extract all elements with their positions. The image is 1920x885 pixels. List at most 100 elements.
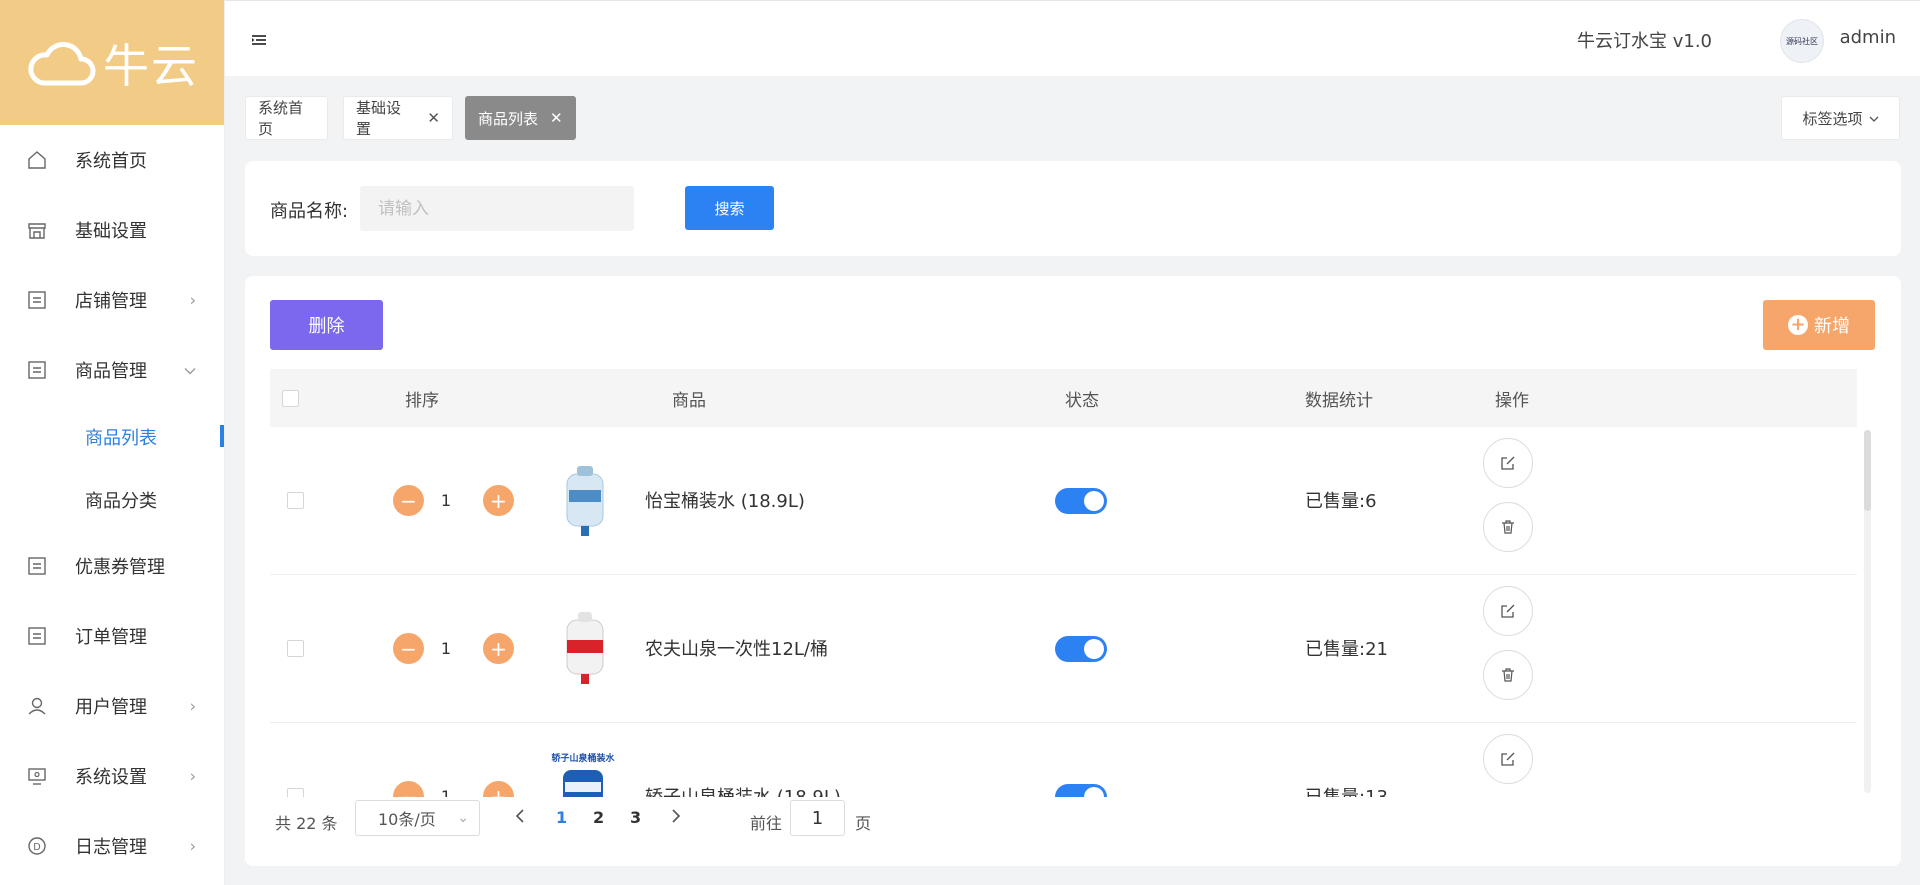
row-checkbox[interactable]	[287, 788, 304, 797]
trash-icon	[1502, 520, 1514, 534]
table-row: − 1 + 怡宝桶装水 (18.9L) 已售量:6	[270, 427, 1857, 575]
sidebar-item-system-settings[interactable]: 系统设置 ›	[0, 741, 224, 811]
sidebar-item-user-management[interactable]: 用户管理 ›	[0, 671, 224, 741]
sidebar-item-log-management[interactable]: D 日志管理 ›	[0, 811, 224, 881]
sold-count: 已售量:6	[1305, 491, 1377, 512]
username[interactable]: admin	[1840, 27, 1896, 48]
sort-value: 1	[440, 491, 452, 510]
sidebar-menu-lower: 优惠券管理 订单管理 用户管理 › 系统设置 › D 日志管理 ›	[0, 531, 224, 881]
column-header-stats: 数据统计	[1305, 390, 1373, 411]
sort-increase-button[interactable]: +	[483, 633, 514, 664]
sold-count: 已售量:21	[1305, 639, 1388, 660]
sidebar-item-label: 优惠券管理	[75, 557, 165, 578]
sidebar-item-label: 系统首页	[75, 151, 147, 172]
sort-increase-button[interactable]: +	[483, 485, 514, 516]
row-checkbox[interactable]	[287, 640, 304, 657]
logo-text: 牛云	[103, 38, 199, 93]
add-button-label: 新增	[1814, 316, 1850, 337]
delete-row-button[interactable]	[1483, 650, 1533, 700]
sidebar-item-shop-management[interactable]: 店铺管理 ›	[0, 265, 224, 335]
tab-options-label: 标签选项	[1802, 109, 1863, 128]
close-icon[interactable]: ✕	[550, 109, 563, 127]
sidebar-item-label: 用户管理	[75, 697, 147, 718]
edit-button[interactable]	[1483, 734, 1533, 784]
goto-label: 前往	[750, 814, 783, 833]
tab-label: 基础设置	[356, 99, 402, 138]
sidebar-item-product-management[interactable]: 商品管理	[0, 335, 224, 405]
edit-button[interactable]	[1483, 438, 1533, 488]
sidebar-item-label: 基础设置	[75, 221, 147, 242]
table-scrollbar[interactable]	[1864, 430, 1871, 793]
chevron-right-icon: ›	[189, 836, 196, 856]
sidebar-item-label: 系统设置	[75, 767, 147, 788]
status-toggle[interactable]	[1055, 784, 1107, 797]
sidebar-item-product-category[interactable]: 商品分类	[0, 468, 224, 531]
delete-row-button[interactable]	[1483, 502, 1533, 552]
page-number[interactable]: 1	[556, 808, 567, 827]
user-icon	[26, 695, 48, 717]
tab-label: 商品列表	[478, 109, 539, 128]
status-toggle[interactable]	[1055, 488, 1107, 514]
d-circle-icon: D	[26, 835, 48, 857]
product-name: 农夫山泉一次性12L/桶	[645, 639, 828, 660]
table-header: 排序 商品 状态 数据统计 操作	[270, 369, 1857, 427]
table-row: − 1 + 轿子山泉桶装水 轿子山泉桶装水 (18.9L) 已售量:13	[270, 723, 1857, 797]
search-panel: 商品名称: 搜索	[245, 161, 1901, 256]
sort-value: 1	[440, 639, 452, 658]
chevron-down-icon: ⌄	[457, 810, 469, 826]
avatar[interactable]: 源码社区	[1780, 19, 1824, 63]
column-header-sort: 排序	[405, 390, 439, 411]
tab-home[interactable]: 系统首页	[245, 96, 328, 140]
goto-page-input[interactable]: 1	[790, 800, 845, 836]
search-button[interactable]: 搜索	[685, 186, 774, 230]
product-image	[555, 608, 615, 688]
sidebar-menu: 系统首页 基础设置 店铺管理 › 商品管理	[0, 125, 224, 405]
page-suffix: 页	[855, 814, 872, 833]
edit-icon	[1501, 752, 1515, 766]
page-number[interactable]: 2	[593, 808, 604, 827]
tab-options-dropdown[interactable]: 标签选项	[1781, 96, 1900, 140]
prev-page-icon[interactable]	[515, 808, 525, 828]
trash-icon	[1502, 668, 1514, 682]
edit-icon	[1501, 456, 1515, 470]
add-button[interactable]: + 新增	[1763, 300, 1875, 350]
home-icon	[26, 149, 48, 171]
status-toggle[interactable]	[1055, 636, 1107, 662]
app-title: 牛云订水宝 v1.0	[1577, 31, 1712, 52]
next-page-icon[interactable]	[671, 808, 681, 828]
table-body: − 1 + 怡宝桶装水 (18.9L) 已售量:6 − 1 + 农夫山泉一次性1…	[270, 427, 1857, 797]
page-size-select[interactable]: 10条/页 ⌄	[355, 800, 480, 836]
chevron-down-icon	[1869, 109, 1879, 127]
sidebar-item-home[interactable]: 系统首页	[0, 125, 224, 195]
page-size-value: 10条/页	[378, 810, 436, 829]
product-image	[555, 460, 615, 540]
chevron-right-icon: ›	[189, 766, 196, 786]
sort-increase-button[interactable]: +	[483, 781, 514, 797]
sidebar: 牛云 系统首页 基础设置 店铺管理 › 商品管理 商品列表 商品分类 优惠券管理…	[0, 0, 225, 885]
logo[interactable]: 牛云	[0, 0, 224, 125]
row-checkbox[interactable]	[287, 492, 304, 509]
page-number[interactable]: 3	[630, 808, 641, 827]
select-all-checkbox[interactable]	[282, 369, 299, 427]
delete-button[interactable]: 删除	[270, 300, 383, 350]
top-header: 牛云订水宝 v1.0 源码社区 admin	[225, 0, 1920, 76]
close-icon[interactable]: ✕	[427, 109, 440, 127]
column-header-actions: 操作	[1495, 390, 1529, 411]
pagination: 共 22 条 10条/页 ⌄ 1 2 3 前往 1 页	[275, 800, 1075, 842]
sort-value: 1	[440, 787, 452, 797]
store-icon	[26, 219, 48, 241]
tab-basic-settings[interactable]: 基础设置 ✕	[343, 96, 453, 140]
product-name-input[interactable]	[360, 186, 634, 231]
sidebar-item-product-list[interactable]: 商品列表	[0, 405, 224, 468]
tab-label: 系统首页	[258, 99, 304, 138]
sidebar-item-basic-settings[interactable]: 基础设置	[0, 195, 224, 265]
sidebar-item-order-management[interactable]: 订单管理	[0, 601, 224, 671]
tab-product-list[interactable]: 商品列表 ✕	[465, 96, 576, 140]
menu-toggle-icon[interactable]	[252, 32, 266, 46]
chevron-right-icon: ›	[189, 696, 196, 716]
sidebar-item-coupon-management[interactable]: 优惠券管理	[0, 531, 224, 601]
scrollbar-thumb[interactable]	[1864, 430, 1871, 511]
doc-icon	[26, 289, 48, 311]
edit-button[interactable]	[1483, 586, 1533, 636]
column-header-product: 商品	[672, 390, 706, 411]
